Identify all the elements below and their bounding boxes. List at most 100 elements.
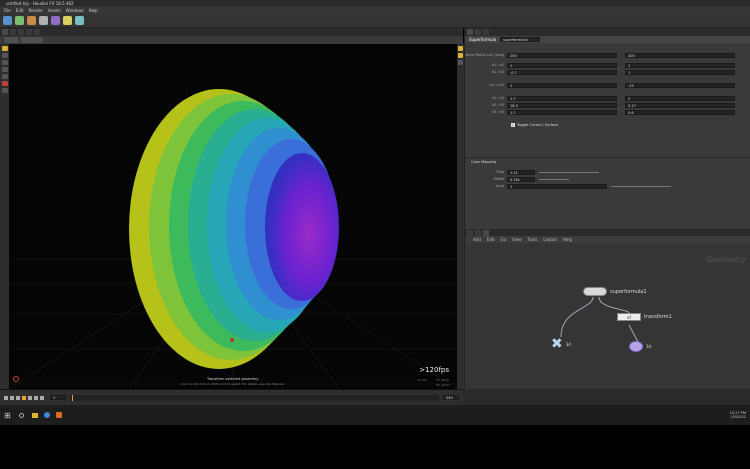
handle-tool-icon[interactable] bbox=[1, 74, 8, 79]
param-row: n1 / n2 1.7 2 bbox=[465, 95, 750, 101]
current-frame-field[interactable]: 1 bbox=[50, 395, 66, 400]
network-editor[interactable]: Add Edit Go View Tools Layout Help Geome… bbox=[464, 229, 750, 389]
toggle-checkbox[interactable]: ✓ bbox=[511, 123, 515, 127]
end-frame-field[interactable]: 240 bbox=[443, 395, 459, 400]
tab-motion-fx-view[interactable] bbox=[34, 29, 40, 35]
wireframe-icon[interactable] bbox=[458, 46, 463, 51]
tab-composite-view[interactable] bbox=[26, 29, 32, 35]
menu-edit[interactable]: Edit bbox=[16, 8, 24, 13]
camera-icon[interactable] bbox=[75, 16, 84, 25]
node-transform[interactable]: xf transform1 bbox=[617, 313, 672, 321]
menu-help[interactable]: Help bbox=[89, 8, 98, 13]
scene-viewport[interactable]: >120fps Transform selected geometry. Cli… bbox=[9, 44, 457, 389]
param-value-2[interactable]: 0.6 bbox=[625, 109, 735, 115]
freq-field[interactable]: 1.51 bbox=[507, 169, 535, 175]
param-value-1[interactable]: 1 bbox=[507, 62, 617, 68]
freq-slider[interactable] bbox=[539, 171, 599, 173]
output-node-icon bbox=[629, 341, 643, 352]
next-key-icon[interactable] bbox=[34, 395, 38, 400]
search-icon[interactable] bbox=[18, 412, 24, 418]
viewport-canvas bbox=[9, 89, 457, 389]
play-reverse-icon[interactable] bbox=[16, 395, 20, 400]
pose-tool-icon[interactable] bbox=[1, 81, 8, 86]
clock-date: 1/5/2021 bbox=[730, 415, 746, 419]
view-tool-icon[interactable] bbox=[1, 88, 8, 93]
folder-icon[interactable] bbox=[31, 412, 38, 418]
browser-icon[interactable] bbox=[43, 412, 50, 418]
param-value-1[interactable]: 1 bbox=[507, 82, 617, 88]
first-frame-icon[interactable] bbox=[4, 395, 8, 400]
fps-readout: >120fps bbox=[419, 366, 449, 374]
amp-slider[interactable] bbox=[611, 185, 671, 187]
menu-assets[interactable]: Assets bbox=[48, 8, 61, 13]
param-value-1[interactable]: -0.7 bbox=[507, 69, 617, 75]
superformula-geometry[interactable] bbox=[129, 89, 339, 369]
tube-icon[interactable] bbox=[27, 16, 36, 25]
box-icon[interactable] bbox=[3, 16, 12, 25]
tab-scene-view[interactable] bbox=[2, 29, 8, 35]
display-options-icon[interactable] bbox=[458, 60, 463, 65]
param-value-1[interactable]: 200 bbox=[507, 52, 617, 58]
param-value-2[interactable]: -25 bbox=[625, 82, 735, 88]
tab-parameters[interactable] bbox=[467, 29, 473, 35]
camera-select[interactable] bbox=[21, 37, 43, 43]
node-type-label: Superformula bbox=[469, 37, 497, 42]
tab-takes[interactable] bbox=[475, 29, 481, 35]
menu-render[interactable]: Render bbox=[28, 8, 42, 13]
tab-animation-editor[interactable] bbox=[10, 29, 16, 35]
menu-windows[interactable]: Windows bbox=[66, 8, 84, 13]
prev-key-icon[interactable] bbox=[10, 395, 14, 400]
node-null-3d-a[interactable]: ✖ 3d bbox=[551, 337, 571, 351]
sphere-icon[interactable] bbox=[15, 16, 24, 25]
grid-icon[interactable] bbox=[39, 16, 48, 25]
param-value-2[interactable]: 200 bbox=[625, 52, 735, 58]
black-margin bbox=[0, 425, 750, 469]
view-button[interactable] bbox=[4, 37, 18, 43]
scale-tool-icon[interactable] bbox=[1, 67, 8, 72]
curve-icon[interactable] bbox=[51, 16, 60, 25]
color-param-row: Amp 1 bbox=[465, 183, 750, 189]
menu-bar: File Edit Render Assets Windows Help bbox=[0, 6, 750, 14]
param-value-2[interactable]: 0.17 bbox=[625, 102, 735, 108]
houdini-icon[interactable] bbox=[55, 412, 62, 418]
param-row: n3 / n4 1.7 0.6 bbox=[465, 109, 750, 115]
color-param-row: Freq 1.51 bbox=[465, 169, 750, 175]
param-value-2[interactable]: 1 bbox=[625, 62, 735, 68]
playhead[interactable] bbox=[72, 394, 73, 401]
param-value-1[interactable]: 1.7 bbox=[507, 95, 617, 101]
play-icon[interactable] bbox=[28, 395, 32, 400]
playbar-right bbox=[463, 389, 750, 405]
amp-field[interactable]: 1 bbox=[507, 183, 607, 189]
param-row: m1 / m2 1 -25 bbox=[465, 82, 750, 88]
superformula-node-icon bbox=[583, 287, 607, 296]
offset-field[interactable]: 0.161 bbox=[507, 176, 535, 182]
stop-icon[interactable] bbox=[22, 395, 26, 400]
null-node-x-icon: ✖ bbox=[551, 336, 563, 352]
param-value-1[interactable]: 1.7 bbox=[507, 109, 617, 115]
stats-c: HS_2010 bbox=[435, 383, 449, 387]
shading-icon[interactable] bbox=[458, 53, 463, 58]
select-tool-icon[interactable] bbox=[1, 46, 8, 51]
node-name-field[interactable]: superformula1 bbox=[500, 37, 541, 42]
param-value-2[interactable]: 2 bbox=[625, 95, 735, 101]
move-tool-icon[interactable] bbox=[1, 53, 8, 58]
node-output-3d-b[interactable]: 3d bbox=[629, 341, 651, 352]
param-value-1[interactable]: 18.3 bbox=[507, 102, 617, 108]
status-hint: Click or Ctrl-click on Shift-click to se… bbox=[180, 382, 286, 386]
last-frame-icon[interactable] bbox=[40, 395, 44, 400]
param-value-2[interactable]: 1 bbox=[625, 69, 735, 75]
param-tabs bbox=[465, 28, 750, 36]
toggle-label: Toggle Curves / Surface bbox=[517, 123, 559, 127]
tab-render-view[interactable] bbox=[18, 29, 24, 35]
offset-slider[interactable] bbox=[539, 178, 569, 180]
menu-file[interactable]: File bbox=[4, 8, 11, 13]
windows-start-icon[interactable]: ⊞ bbox=[4, 411, 11, 420]
timeline-scrubber[interactable] bbox=[70, 394, 439, 401]
display-toolbar bbox=[457, 44, 464, 389]
window-title: untitled.hip - Houdini FX 18.5.462 bbox=[6, 0, 74, 6]
rotate-tool-icon[interactable] bbox=[1, 60, 8, 65]
node-superformula[interactable]: superformula1 bbox=[583, 287, 647, 296]
light-icon[interactable] bbox=[63, 16, 72, 25]
param-row: b1 / b2 -0.7 1 bbox=[465, 69, 750, 75]
tab-geometry-spreadsheet[interactable] bbox=[483, 29, 489, 35]
